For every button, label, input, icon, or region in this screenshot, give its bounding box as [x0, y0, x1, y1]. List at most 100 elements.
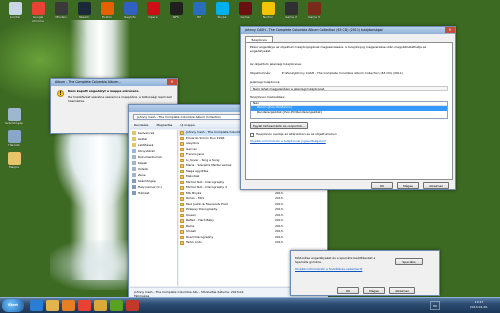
cancel-button[interactable]: Mégse: [363, 287, 385, 294]
desktop-icon[interactable]: RegInfo: [119, 2, 141, 20]
object-label: Objektumnév:: [250, 71, 272, 75]
toolbar-item[interactable]: Megosztás: [156, 123, 172, 127]
desktop-icon[interactable]: Opera: [142, 2, 164, 20]
folder-icon: [180, 131, 184, 135]
nav-item-label: Dokumentumok: [138, 155, 162, 159]
folder-icon: [132, 137, 136, 141]
desktop-icon[interactable]: Steam: [73, 2, 95, 20]
folder-icon: [180, 136, 184, 140]
owner-value-field: Nem lehet megjeleníteni a jelenlegi tula…: [250, 86, 448, 91]
desktop-icon-label: Game: [240, 15, 250, 19]
file-name: Road Discography: [186, 234, 214, 239]
error-detail: Ha hozzáférést szeretne szerezni a mappá…: [68, 95, 172, 103]
taskbar-app-icon[interactable]: [94, 300, 107, 311]
taskbar: Start HU 13:27 2013.04.26.: [0, 297, 500, 313]
owner-list-item[interactable]: Rendszergazdák (Jhon-PC\Rendszergazdák): [251, 110, 447, 116]
language-indicator[interactable]: HU: [430, 301, 440, 310]
desktop-icon[interactable]: Game 2: [280, 2, 302, 20]
warning-icon: !: [57, 90, 64, 97]
file-date: 2013.: [275, 240, 284, 244]
desktop-icon-label: Firefox: [102, 15, 112, 19]
desktop-icon-label: Számítógép: [5, 121, 23, 125]
ok-button[interactable]: OK: [371, 182, 393, 189]
owner-info-link[interactable]: További információk a tulajdonosi jogosu…: [250, 139, 430, 144]
clock[interactable]: 13:27 2013.04.26.: [460, 300, 498, 312]
current-owner-label: Az objektum jelenlegi tulajdonosa:: [250, 62, 302, 66]
desktop-icon[interactable]: NFS: [165, 2, 187, 20]
apply-button[interactable]: Alkalmaz: [389, 287, 415, 294]
advanced-button[interactable]: Speciális: [395, 258, 423, 265]
nav-item-label: Helyi lemez (C:): [138, 185, 162, 189]
taskbar-app-icon[interactable]: [62, 300, 75, 311]
desktop-icon[interactable]: Game: [234, 2, 256, 20]
toolbar-item[interactable]: Új mappa: [180, 123, 194, 127]
folder-icon: [180, 224, 184, 228]
folder-icon: [132, 155, 136, 159]
file-name: Michel Teló - Discography: [186, 179, 225, 184]
desktop-icon[interactable]: Minden: [50, 2, 72, 20]
folder-icon: [132, 179, 136, 183]
desktop-icon-label: NFS: [173, 15, 179, 19]
taskbar-app-icon[interactable]: [78, 300, 91, 311]
clock-date: 2013.04.26.: [469, 305, 489, 309]
desktop-icon-label: Steam: [79, 15, 89, 19]
app-icon: [123, 2, 137, 15]
folder-icon: [132, 149, 136, 153]
desktop-icon[interactable]: Skype: [211, 2, 233, 20]
file-name: Eduardo Simón Duo 1996: [186, 135, 225, 140]
folder-icon: [180, 175, 184, 179]
folder-icon: [180, 197, 184, 201]
folder-icon: [180, 213, 184, 217]
file-name: Aleydina: [186, 141, 199, 145]
close-icon[interactable]: ×: [167, 79, 177, 85]
folder-icon: [132, 185, 136, 189]
start-button[interactable]: Start: [2, 299, 24, 312]
file-name: Mega együttes: [186, 168, 209, 173]
file-row[interactable]: Tarkó Lodo 2013.: [179, 240, 327, 246]
file-name: Paul Justin & Feenands Prad: [186, 201, 228, 206]
properties-dialog: Johnny CASH - The Complete Columbia Albu…: [240, 26, 456, 190]
desktop-icon[interactable]: Game 3: [303, 2, 325, 20]
replace-owner-checkbox[interactable]: [250, 133, 254, 137]
taskbar-app-icon[interactable]: [126, 300, 139, 311]
desktop-icon-label: Norton: [262, 15, 274, 19]
taskbar-app-icon[interactable]: [110, 300, 123, 311]
other-users-button[interactable]: Egyéb felhasználók és csoportok...: [250, 122, 308, 129]
computer-icon: [7, 130, 21, 143]
app-icon: [169, 2, 183, 15]
folder-icon: [132, 191, 136, 195]
desktop-icon-label: Lomtár: [9, 15, 21, 19]
taskbar-app-icon[interactable]: [46, 300, 59, 311]
ok-button[interactable]: OK: [337, 287, 359, 294]
folder-icon: [132, 173, 136, 177]
app-icon: [146, 2, 160, 15]
nav-item-label: Letöltések: [138, 143, 154, 147]
toolbar-item[interactable]: Rendezés: [134, 123, 148, 127]
desktop-icon-label: Hálózat: [8, 143, 20, 147]
desktop-icon[interactable]: Firefox: [96, 2, 118, 20]
nav-item[interactable]: Hálózat: [130, 190, 177, 196]
nav-item-label: Könyvtárak: [138, 149, 155, 153]
desktop-icon[interactable]: Lomtár: [4, 2, 26, 20]
taskbar-app-icon[interactable]: [30, 300, 43, 311]
desktop-icon-label: Skype: [217, 15, 227, 19]
desktop-icon[interactable]: Google Chrome: [27, 2, 49, 23]
desktop-icon[interactable]: Norton: [257, 2, 279, 20]
desktop-icon[interactable]: Számítógép: [3, 108, 25, 126]
close-icon[interactable]: ×: [445, 27, 455, 33]
app-icon: [238, 2, 252, 15]
computer-icon: [7, 108, 21, 121]
apply-button[interactable]: Alkalmaz: [423, 182, 449, 189]
desktop-icon[interactable]: HP: [188, 2, 210, 20]
desktop-icon[interactable]: Mappa: [3, 152, 25, 170]
desktop-icon[interactable]: Hálózat: [3, 130, 25, 148]
folder-icon: [132, 161, 136, 165]
intro-text: Ekkor engedélye az objektum tulajdonjogá…: [250, 45, 427, 53]
access-control-link[interactable]: További információk a hozzáférés-vezérlé…: [295, 267, 415, 272]
desktop-icon-label: Opera: [148, 15, 158, 19]
folder-icon: [180, 219, 184, 223]
cancel-button[interactable]: Mégse: [397, 182, 419, 189]
app-icon: [100, 2, 114, 15]
app-icon: [215, 2, 229, 15]
navigation-pane: Kedvencek Asztal Letöltések Könyvtárak Dokum…: [130, 130, 178, 286]
